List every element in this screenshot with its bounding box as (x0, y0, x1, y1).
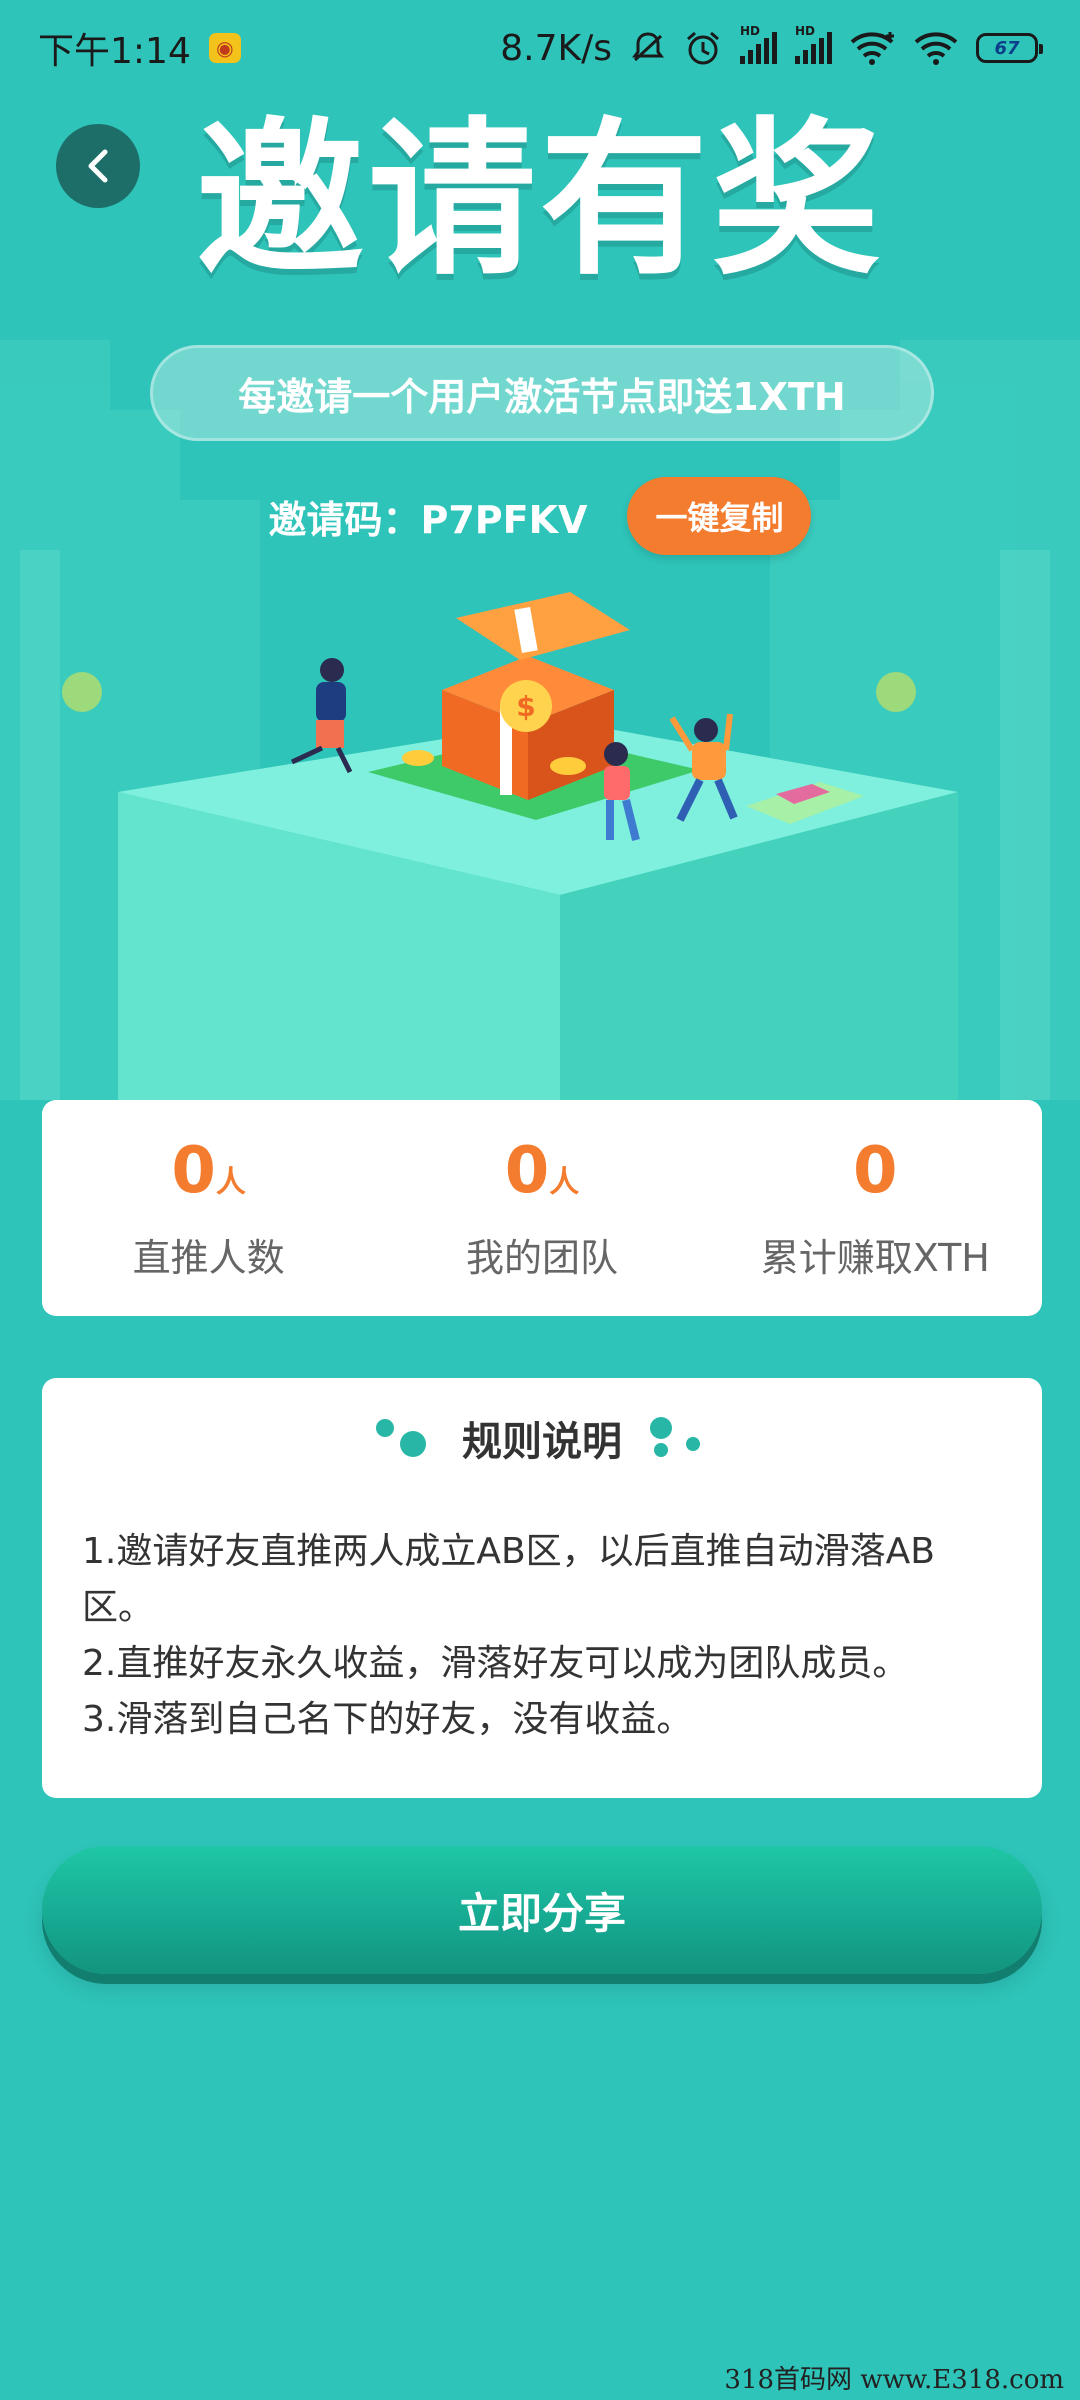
rules-header: 规则说明 (82, 1378, 1002, 1498)
signal-hd-icon-2: HD (795, 24, 832, 64)
stat-value: 0人 (504, 1133, 580, 1208)
stat-direct-referrals: 0人 直推人数 (42, 1100, 375, 1316)
stats-card: 0人 直推人数 0人 我的团队 0 累计赚取XTH (42, 1100, 1042, 1316)
reward-subtitle: 每邀请一个用户激活节点即送1XTH (150, 345, 934, 441)
mute-bell-icon (632, 32, 664, 62)
rules-card: 规则说明 1.邀请好友直推两人成立AB区，以后直推自动滑落AB区。 2.直推好友… (42, 1378, 1042, 1798)
status-left: 下午1:14 ◉ (38, 22, 241, 74)
network-speed: 8.7K/s (500, 27, 612, 69)
stat-label: 累计赚取XTH (760, 1235, 990, 1280)
decor-dots-left-icon (372, 1413, 436, 1463)
wifi-icon (914, 32, 958, 65)
stat-value: 0人 (171, 1133, 246, 1208)
invite-code-row: 邀请码：P7PFKV 一键复制 (0, 476, 1080, 556)
watermark: 318首码网 www.E318.com (724, 2365, 1064, 2395)
share-button[interactable]: 立即分享 (42, 1846, 1042, 1974)
invite-code: 邀请码：P7PFKV (268, 497, 588, 542)
app-notification-icon: ◉ (208, 33, 241, 63)
svg-text:$: $ (516, 690, 535, 723)
stat-label: 直推人数 (132, 1235, 285, 1280)
battery-level: 67 (994, 37, 1020, 59)
decor-dots-right-icon (648, 1413, 712, 1463)
signal-hd-icon-1: HD (740, 24, 777, 64)
stat-total-earned: 0 累计赚取XTH (709, 1100, 1042, 1316)
copy-button[interactable]: 一键复制 (627, 477, 812, 555)
rule-line-1: 1.邀请好友直推两人成立AB区，以后直推自动滑落AB区。 (82, 1531, 935, 1628)
coin-2 (550, 757, 586, 775)
rule-line-2: 2.直推好友永久收益，滑落好友可以成为团队成员。 (82, 1643, 909, 1684)
wifi-plus-icon (850, 32, 894, 65)
person-running-icon (290, 658, 353, 774)
glow-coin-left (62, 672, 102, 712)
battery-icon: 67 (976, 33, 1043, 63)
alarm-icon (687, 31, 719, 65)
stat-label: 我的团队 (465, 1235, 618, 1280)
page-title: 邀请有奖 (196, 102, 884, 298)
coin-1 (402, 750, 434, 766)
rules-title: 规则说明 (462, 1419, 622, 1465)
status-right: 8.7K/s HD HD 67 (500, 24, 1043, 69)
gift-box-icon: $ (442, 592, 630, 800)
stat-my-team: 0人 我的团队 (375, 1100, 708, 1316)
rule-line-3: 3.滑落到自己名下的好友，没有收益。 (82, 1699, 693, 1740)
status-bar: 下午1:14 ◉ 8.7K/s HD HD 67 (0, 0, 1080, 96)
stat-value: 0 (853, 1133, 898, 1208)
glow-coin-right (876, 672, 916, 712)
status-time: 下午1:14 (38, 31, 191, 72)
rules-body: 1.邀请好友直推两人成立AB区，以后直推自动滑落AB区。 2.直推好友永久收益，… (82, 1498, 1002, 1748)
